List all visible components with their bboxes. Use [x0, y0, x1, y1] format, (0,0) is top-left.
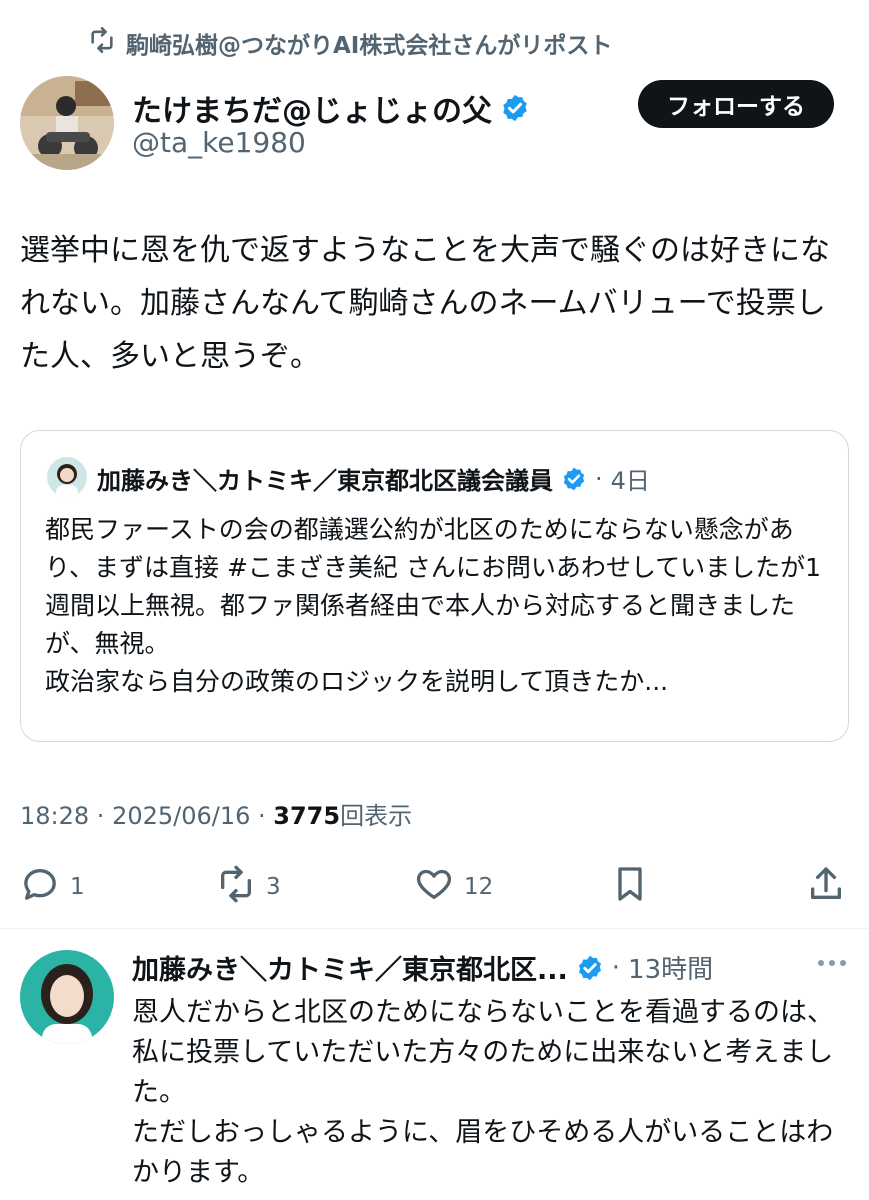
verified-badge-icon	[576, 954, 604, 982]
quoted-age: 4日	[610, 467, 650, 495]
reply-author-name[interactable]: 加藤みき＼カトミキ／東京都北区...	[132, 948, 568, 987]
reply-name-row: 加藤みき＼カトミキ／東京都北区... · 13時間	[132, 948, 713, 987]
verified-badge-icon	[500, 93, 530, 123]
quoted-tweet-card[interactable]: 加藤みき＼カトミキ／東京都北区議会議員 · 4日 都民ファーストの会の都議選公約…	[20, 430, 849, 742]
meta-separator: ·	[89, 802, 113, 830]
author-handle[interactable]: @ta_ke1980	[132, 126, 306, 159]
verified-badge-icon	[561, 466, 587, 492]
quoted-author-avatar	[47, 457, 87, 497]
meta-separator: ·	[250, 802, 274, 830]
share-icon	[806, 864, 846, 910]
views-label: 回表示	[340, 802, 413, 830]
views-count: 3775	[273, 802, 341, 830]
tweet-text: 選挙中に恩を仇で返すようなことを大声で騒ぐのは好きになれない。加藤さんなんて駒崎…	[20, 233, 830, 374]
repost-label: 駒崎弘樹@つながりAI株式会社さんがリポスト	[126, 33, 613, 59]
quoted-name-row: 加藤みき＼カトミキ／東京都北区議会議員 · 4日	[97, 461, 650, 496]
repost-icon	[216, 864, 256, 910]
tweet-date[interactable]: 2025/06/16	[112, 802, 250, 830]
author-avatar[interactable]	[20, 76, 114, 170]
more-options-icon[interactable]	[818, 956, 848, 970]
author-name[interactable]: たけまちだ@じょじょの父	[132, 86, 492, 130]
repost-button[interactable]: 3	[216, 864, 281, 910]
repost-count: 3	[266, 874, 281, 900]
heart-icon	[414, 864, 454, 910]
tweet-time[interactable]: 18:28	[20, 802, 89, 830]
bookmark-button[interactable]	[610, 864, 650, 910]
reply-age[interactable]: 13時間	[628, 949, 713, 986]
repost-indicator[interactable]: 駒崎弘樹@つながりAI株式会社さんがリポスト	[88, 26, 612, 60]
tweet-actions: 1 3 12	[20, 860, 850, 910]
quoted-separator: ·	[595, 464, 603, 493]
bookmark-icon	[610, 864, 650, 910]
reply-separator: ·	[611, 952, 621, 983]
divider	[0, 928, 869, 929]
reply-text: 恩人だからと北区のためにならないことを看過するのは、私に投票していただいた方々の…	[132, 997, 834, 1188]
quoted-tweet-text: 都民ファーストの会の都議選公約が北区のためにならない懸念があり、まずは直接 #こ…	[45, 515, 821, 696]
reply-count: 1	[70, 874, 85, 900]
like-button[interactable]: 12	[414, 864, 493, 910]
quoted-author-name: 加藤みき＼カトミキ／東京都北区議会議員	[97, 467, 553, 495]
repost-icon	[88, 26, 116, 60]
author-name-row[interactable]: たけまちだ@じょじょの父	[132, 86, 530, 130]
reply-author-avatar[interactable]	[20, 950, 114, 1044]
reply-button[interactable]: 1	[20, 864, 85, 910]
reply-icon	[20, 864, 60, 910]
like-count: 12	[464, 874, 494, 900]
share-button[interactable]	[806, 864, 846, 910]
tweet-meta: 18:28 · 2025/06/16 · 3775回表示	[20, 796, 412, 831]
follow-button[interactable]: フォローする	[638, 80, 834, 128]
